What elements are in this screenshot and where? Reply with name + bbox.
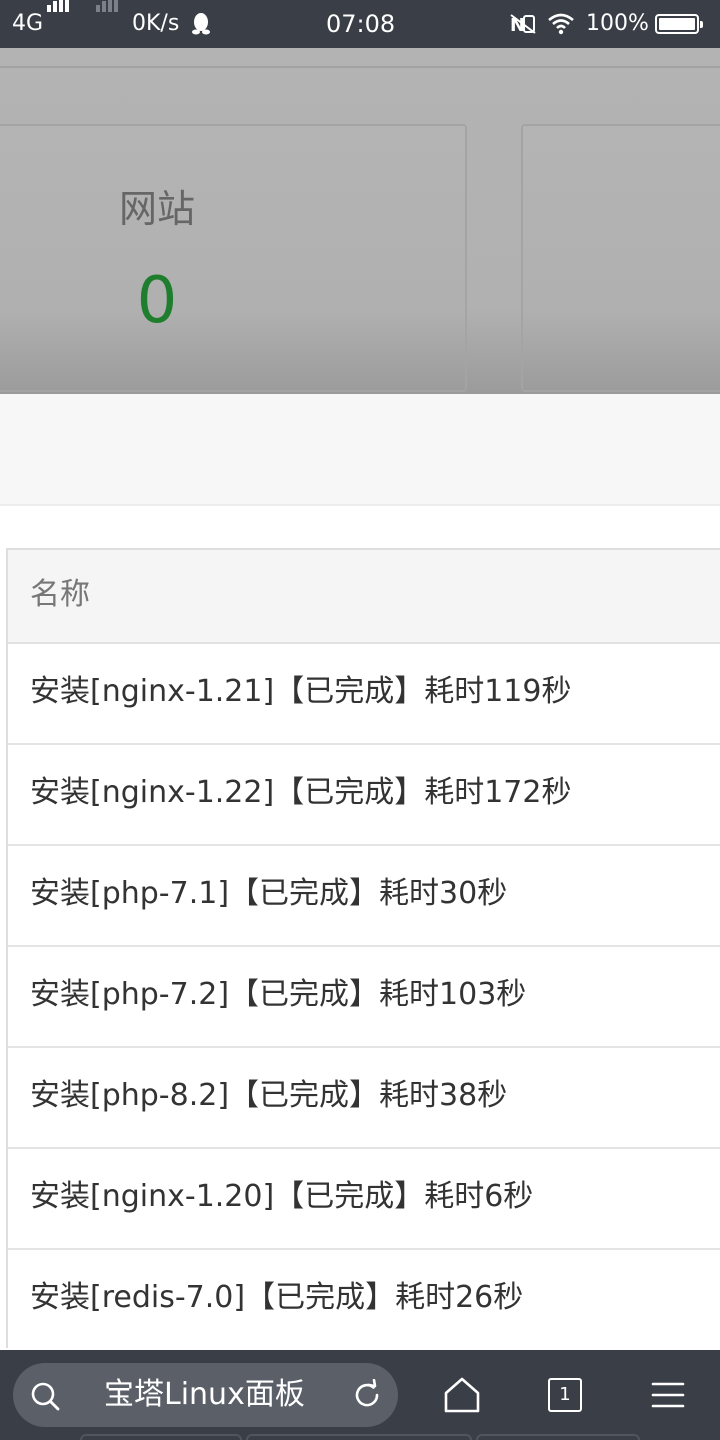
divider — [476, 1434, 640, 1440]
table-header-name: 名称 — [8, 550, 720, 644]
table-row[interactable]: 安装[php-7.2]【已完成】耗时103秒 — [8, 947, 720, 1048]
refresh-icon[interactable] — [351, 1379, 383, 1411]
section-spacer — [0, 394, 720, 506]
home-icon[interactable] — [443, 1376, 481, 1414]
clock: 07:08 — [326, 10, 396, 38]
card-value: 0 — [136, 264, 178, 338]
table-row[interactable]: 安装[nginx-1.20]【已完成】耗时6秒 — [8, 1149, 720, 1250]
status-bar: 4G 0K/s 07:08 N 100% — [0, 0, 720, 48]
table-row[interactable]: 安装[redis-7.0]【已完成】耗时26秒 — [8, 1250, 720, 1348]
overview-card-partial[interactable] — [521, 124, 720, 392]
wifi-icon — [548, 13, 574, 35]
battery-percent: 100% — [586, 11, 649, 36]
table-row[interactable]: 安装[php-7.1]【已完成】耗时30秒 — [8, 846, 720, 947]
site-count-card[interactable]: 网站 0 — [0, 124, 467, 392]
address-bar[interactable]: 宝塔Linux面板 — [13, 1363, 398, 1427]
network-speed: 0K/s — [132, 11, 180, 36]
search-icon[interactable] — [29, 1380, 61, 1412]
tab-count: 1 — [559, 1384, 571, 1405]
divider — [0, 66, 720, 68]
table-row[interactable]: 安装[nginx-1.21]【已完成】耗时119秒 — [8, 644, 720, 745]
nfc-icon: N — [510, 14, 536, 35]
browser-toolbar: 宝塔Linux面板 1 — [0, 1350, 720, 1440]
table-row[interactable]: 安装[php-8.2]【已完成】耗时38秒 — [8, 1048, 720, 1149]
qq-icon — [192, 13, 210, 35]
address-text[interactable]: 宝塔Linux面板 — [104, 1376, 305, 1414]
battery-icon — [655, 14, 703, 34]
menu-icon[interactable] — [651, 1380, 685, 1410]
overview-section: 网站 0 — [0, 48, 720, 394]
network-type: 4G — [12, 11, 44, 36]
card-label: 网站 — [118, 187, 195, 231]
task-table: 名称 安装[nginx-1.21]【已完成】耗时119秒 安装[nginx-1.… — [6, 548, 720, 1348]
tabs-icon[interactable]: 1 — [548, 1378, 582, 1412]
divider — [246, 1434, 472, 1440]
table-row[interactable]: 安装[nginx-1.22]【已完成】耗时172秒 — [8, 745, 720, 846]
divider — [80, 1434, 242, 1440]
